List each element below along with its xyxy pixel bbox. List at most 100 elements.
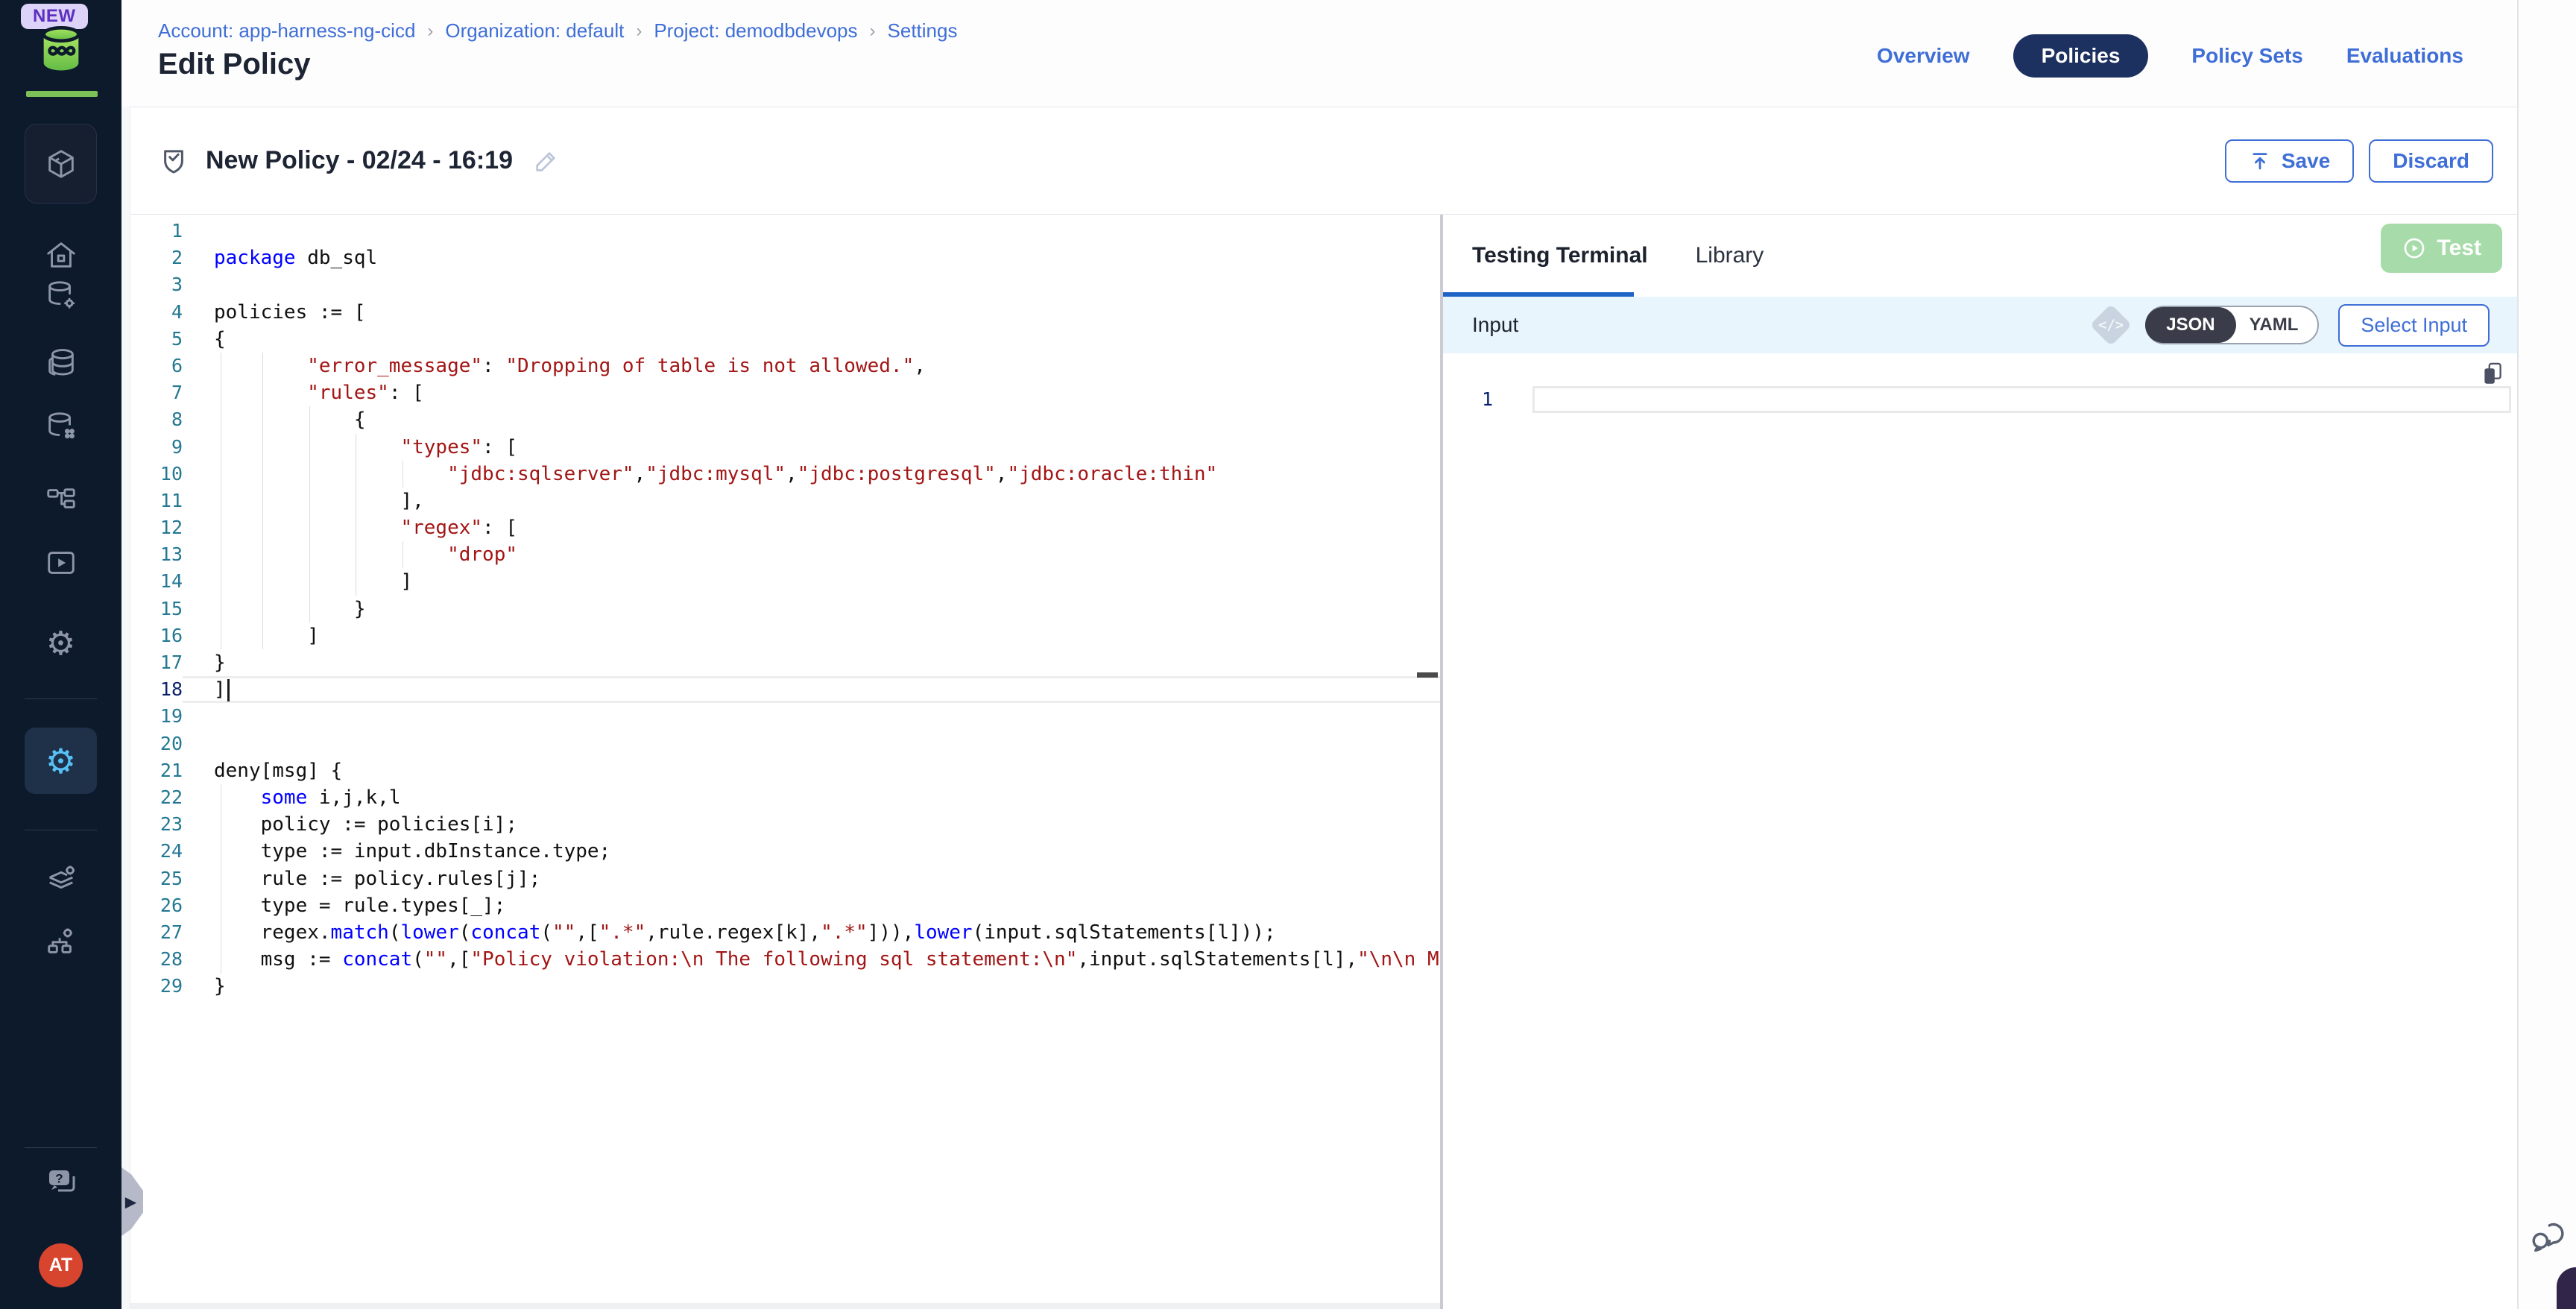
code-line-29[interactable]: 29} xyxy=(130,973,1440,1000)
line-number: 8 xyxy=(130,406,183,433)
sidebar-item-org-settings[interactable] xyxy=(0,924,121,959)
code-line-28[interactable]: 28 msg := concat("",["Policy violation:\… xyxy=(130,946,1440,973)
line-content: { xyxy=(183,326,1440,353)
code-line-14[interactable]: 14 ] xyxy=(130,568,1440,595)
harness-db-devops-logo[interactable] xyxy=(0,22,121,75)
policy-code-editor[interactable]: 12package db_sql34policies := [5{6 "erro… xyxy=(130,215,1440,1309)
code-line-16[interactable]: 16 ] xyxy=(130,622,1440,649)
code-line-1[interactable]: 1 xyxy=(130,218,1440,245)
chat-support-button[interactable] xyxy=(2528,1217,2566,1255)
breadcrumb-separator: › xyxy=(427,21,433,42)
tab-testing-terminal[interactable]: Testing Terminal xyxy=(1472,243,1648,268)
code-line-20[interactable]: 20 xyxy=(130,731,1440,757)
code-line-9[interactable]: 9 "types": [ xyxy=(130,434,1440,461)
breadcrumb-item[interactable]: Organization: default xyxy=(445,19,624,42)
breadcrumb-item[interactable]: Project: demodbdevops xyxy=(654,19,857,42)
code-line-13[interactable]: 13 "drop" xyxy=(130,541,1440,568)
input-editor-line[interactable]: 1 xyxy=(1443,386,2517,413)
code-line-6[interactable]: 6 "error_message": "Dropping of table is… xyxy=(130,353,1440,379)
code-line-12[interactable]: 12 "regex": [ xyxy=(130,514,1440,541)
code-format-icon: </> xyxy=(2090,304,2133,347)
code-line-11[interactable]: 11 ], xyxy=(130,488,1440,514)
tab-library[interactable]: Library xyxy=(1696,243,1764,268)
svg-text:?: ? xyxy=(55,1172,63,1186)
discard-button[interactable]: Discard xyxy=(2369,139,2493,183)
code-lines: 12package db_sql34policies := [5{6 "erro… xyxy=(130,218,1440,1000)
line-content: deny[msg] { xyxy=(183,757,1440,784)
code-line-25[interactable]: 25 rule := policy.rules[j]; xyxy=(130,865,1440,892)
toggle-json[interactable]: JSON xyxy=(2145,307,2235,343)
line-number: 17 xyxy=(130,649,183,676)
sidebar-item-pipelines[interactable] xyxy=(0,483,121,517)
code-line-24[interactable]: 24 type := input.dbInstance.type; xyxy=(130,838,1440,865)
code-line-27[interactable]: 27 regex.match(lower(concat("",[".*",rul… xyxy=(130,919,1440,946)
sidebar-item-db-settings[interactable] xyxy=(0,278,121,312)
chevron-right-icon: ▶ xyxy=(125,1193,136,1211)
line-number: 18 xyxy=(130,676,183,703)
right-rail xyxy=(2517,0,2576,1309)
sidebar-item-executions[interactable] xyxy=(0,546,121,580)
main-content: Account: app-harness-ng-cicd › Organizatio… xyxy=(121,0,2517,1309)
edit-pencil-icon[interactable] xyxy=(532,147,561,175)
line-number: 21 xyxy=(130,757,183,784)
breadcrumb-item[interactable]: Settings xyxy=(888,19,958,42)
top-nav-policies[interactable]: Policies xyxy=(2013,34,2149,78)
select-input-button[interactable]: Select Input xyxy=(2338,304,2490,347)
database-infinity-icon xyxy=(35,22,87,75)
gear-icon-active: ⚙ xyxy=(45,744,76,778)
line-number: 13 xyxy=(130,541,183,568)
sidebar-item-settings[interactable]: ⚙ xyxy=(0,628,121,660)
test-input-editor[interactable]: 1 xyxy=(1443,353,2517,1309)
test-button[interactable]: Test xyxy=(2381,224,2502,273)
editor-horizontal-scrollbar[interactable] xyxy=(130,1303,1440,1309)
top-nav: Overview Policies Policy Sets Evaluations xyxy=(1877,34,2463,78)
code-line-23[interactable]: 23 policy := policies[i]; xyxy=(130,811,1440,838)
code-line-10[interactable]: 10 "jdbc:sqlserver","jdbc:mysql","jdbc:p… xyxy=(130,461,1440,488)
sidebar-item-project-settings-active[interactable]: ⚙ xyxy=(25,728,97,794)
code-line-5[interactable]: 5{ xyxy=(130,326,1440,353)
sidebar-item-db-instances[interactable] xyxy=(0,409,121,444)
code-line-15[interactable]: 15 } xyxy=(130,596,1440,622)
line-number: 16 xyxy=(130,622,183,649)
home-icon xyxy=(44,238,78,272)
top-nav-evaluations[interactable]: Evaluations xyxy=(2346,44,2463,68)
play-video-icon xyxy=(44,546,78,580)
chat-widget-corner[interactable] xyxy=(2557,1267,2576,1309)
top-nav-policy-sets[interactable]: Policy Sets xyxy=(2191,44,2302,68)
code-line-21[interactable]: 21deny[msg] { xyxy=(130,757,1440,784)
save-button[interactable]: Save xyxy=(2225,139,2354,183)
code-line-2[interactable]: 2package db_sql xyxy=(130,245,1440,271)
code-line-18[interactable]: 18] xyxy=(130,676,1440,703)
input-current-line-box[interactable] xyxy=(1532,386,2511,413)
code-line-8[interactable]: 8 { xyxy=(130,406,1440,433)
line-number: 19 xyxy=(130,703,183,730)
code-line-19[interactable]: 19 xyxy=(130,703,1440,730)
sidebar-item-default-settings[interactable] xyxy=(0,862,121,896)
line-content: "error_message": "Dropping of table is n… xyxy=(183,353,1440,379)
breadcrumb-item[interactable]: Account: app-harness-ng-cicd xyxy=(158,19,415,42)
sidebar-item-db-schemas[interactable] xyxy=(0,345,121,379)
line-number: 3 xyxy=(130,271,183,298)
policy-name: New Policy - 02/24 - 16:19 xyxy=(206,146,513,175)
input-bar-controls: </> JSON YAML Select Input xyxy=(2096,304,2490,347)
top-nav-overview[interactable]: Overview xyxy=(1877,44,1970,68)
toggle-yaml[interactable]: YAML xyxy=(2235,307,2318,343)
overview-ruler-cursor-mark xyxy=(1417,672,1438,678)
input-label: Input xyxy=(1472,313,1518,337)
code-line-7[interactable]: 7 "rules": [ xyxy=(130,379,1440,406)
user-avatar[interactable]: AT xyxy=(39,1243,83,1287)
code-line-3[interactable]: 3 xyxy=(130,271,1440,298)
input-bar: Input </> JSON YAML Select Input xyxy=(1443,297,2517,353)
code-line-22[interactable]: 22 some i,j,k,l xyxy=(130,784,1440,811)
module-selector[interactable] xyxy=(25,124,97,204)
line-content xyxy=(183,703,1440,730)
line-number: 25 xyxy=(130,865,183,892)
copy-icon[interactable] xyxy=(2480,359,2505,389)
code-line-17[interactable]: 17} xyxy=(130,649,1440,676)
code-line-4[interactable]: 4policies := [ xyxy=(130,299,1440,326)
sidebar-item-home[interactable] xyxy=(0,238,121,272)
help-chat-button[interactable]: ? xyxy=(0,1163,121,1199)
code-line-26[interactable]: 26 type = rule.types[_]; xyxy=(130,892,1440,919)
line-content: { xyxy=(183,406,1440,433)
line-number: 6 xyxy=(130,353,183,379)
